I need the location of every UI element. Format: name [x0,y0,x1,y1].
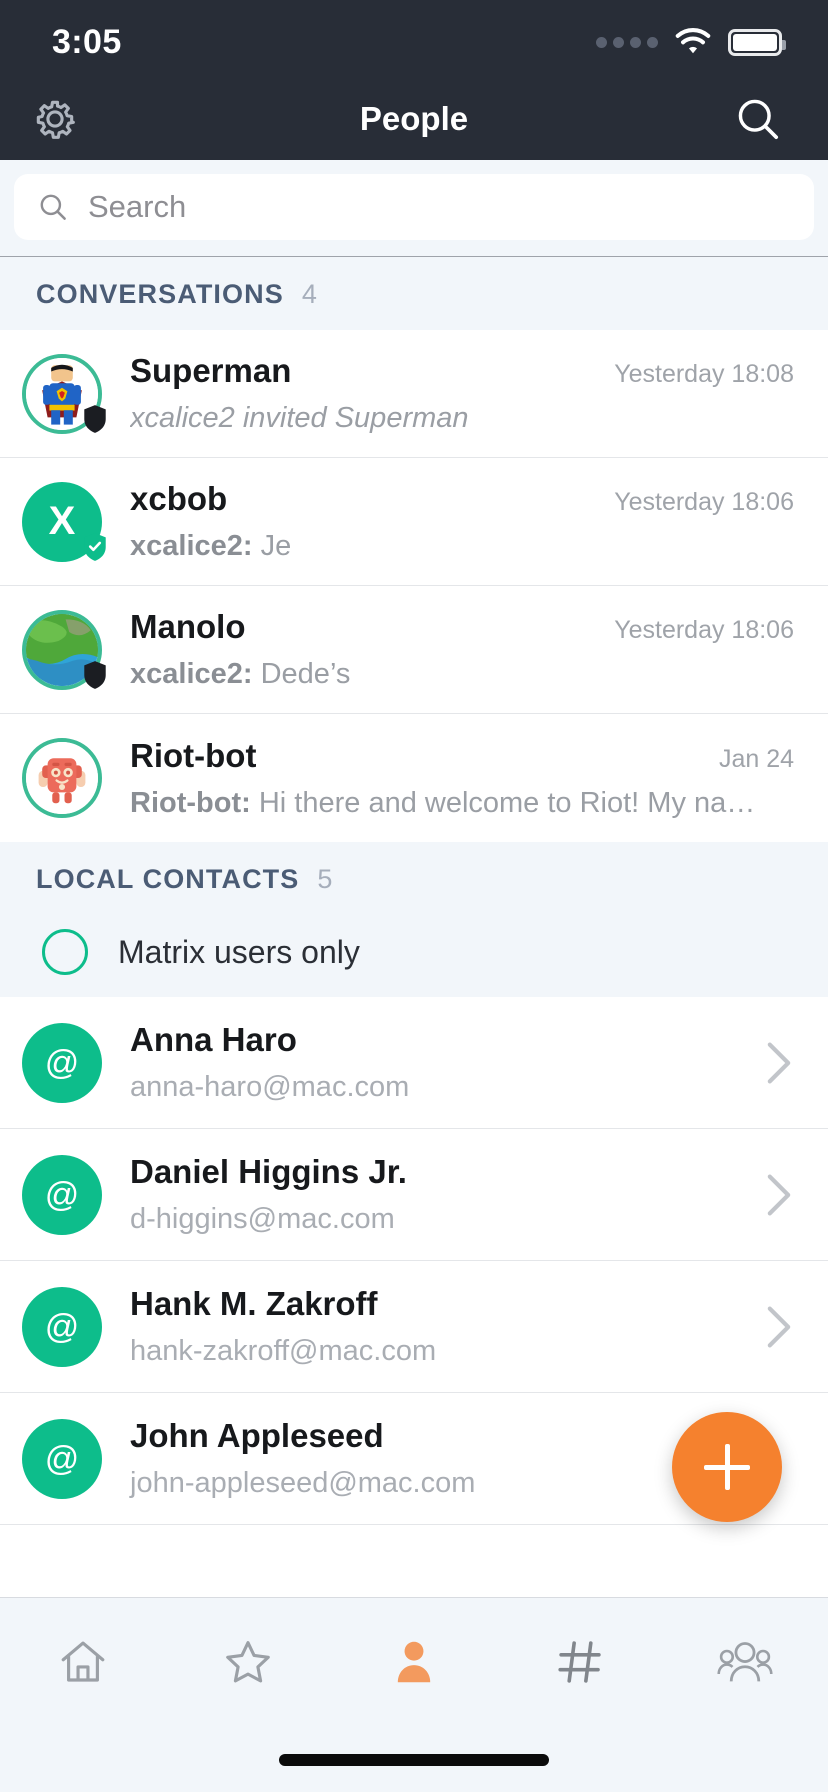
avatar [22,609,106,690]
matrix-users-only-label: Matrix users only [118,933,360,970]
status-bar: 3:05 [0,0,828,78]
conversation-row[interactable]: X xcbob Yesterday 18:06 xcalice2: Je [0,458,828,586]
conversation-content: Superman Yesterday 18:08 xcalice2 invite… [130,352,794,435]
gear-icon [36,100,75,139]
conversation-timestamp: Yesterday 18:06 [614,616,794,644]
tab-people[interactable] [331,1626,497,1698]
section-count: 5 [317,864,333,894]
battery-full-icon [728,28,786,56]
contact-content: Hank M. Zakroff hank-zakroff@mac.com [130,1285,748,1368]
radio-unchecked-icon[interactable] [42,929,88,975]
section-header-conversations: CONVERSATIONS 4 [0,257,828,330]
person-icon [397,1641,431,1683]
search-bar-container: Search [0,160,828,257]
conversation-row[interactable]: Superman Yesterday 18:08 xcalice2 invite… [0,330,828,458]
avatar [22,353,106,434]
svg-text:@: @ [45,1176,80,1214]
conversation-list: Superman Yesterday 18:08 xcalice2 invite… [0,330,828,842]
section-title: LOCAL CONTACTS [36,864,300,894]
conversation-name: Superman [130,352,292,389]
preview-text: Dede’s [260,658,351,690]
contact-name: Hank M. Zakroff [130,1285,378,1322]
conversation-timestamp: Jan 24 [718,744,794,773]
conversation-content: Riot-bot Jan 24 Riot-bot: Hi there and w… [130,737,794,820]
tab-home[interactable] [0,1626,166,1698]
search-input[interactable]: Search [14,174,814,240]
contact-content: Daniel Higgins Jr. d-higgins@mac.com [130,1153,748,1236]
search-placeholder: Search [88,189,187,224]
settings-button[interactable] [30,94,80,144]
contact-name: Daniel Higgins Jr. [130,1153,407,1190]
search-button[interactable] [732,93,784,145]
chevron-right-icon[interactable] [764,1172,794,1218]
conversation-preview: xcalice2: Dede’s [130,658,794,691]
conversation-content: Manolo Yesterday 18:06 xcalice2: Dede’s [130,608,794,691]
signal-dots-icon [596,36,658,48]
avatar [22,738,102,818]
preview-sender: xcalice2: [130,530,253,562]
shield-dark-icon [84,660,106,689]
conversation-name: xcbob [130,480,228,517]
preview-sender: xcalice2: [130,658,253,690]
avatar: X [22,481,106,562]
conversation-name: Manolo [130,608,246,645]
conversation-timestamp: Yesterday 18:08 [614,360,794,388]
tab-rooms[interactable] [497,1626,663,1698]
section-header-local-contacts: LOCAL CONTACTS 5 [0,842,828,915]
contact-row[interactable]: @ Daniel Higgins Jr. d-higgins@mac.com [0,1129,828,1261]
contact-name: Anna Haro [130,1021,297,1058]
conversation-name: Riot-bot [130,736,257,774]
conversation-content: xcbob Yesterday 18:06 xcalice2: Je [130,480,794,563]
star-icon [226,1641,271,1683]
status-time: 3:05 [52,22,122,61]
contact-row[interactable]: @ Anna Haro anna-haro@mac.com [0,997,828,1129]
wifi-icon [675,28,711,54]
page-title: People [359,100,469,137]
preview-sender: Riot-bot: [130,786,251,819]
status-indicators [596,22,786,56]
conversation-preview: xcalice2: Je [130,530,794,563]
conversation-row[interactable]: Riot-bot Jan 24 Riot-bot: Hi there and w… [0,714,828,842]
nav-bar: People [0,78,828,160]
hash-icon [557,1641,601,1683]
section-count: 4 [301,279,317,309]
tab-favourites[interactable] [166,1626,332,1698]
shield-check-green-icon [84,532,106,561]
conversation-preview: xcalice2 invited Superman [130,402,469,434]
shield-dark-icon [84,404,106,433]
search-icon [738,99,779,140]
chevron-right-icon[interactable] [764,1040,794,1086]
contact-row[interactable]: @ Hank M. Zakroff hank-zakroff@mac.com [0,1261,828,1393]
people-group-icon [717,1642,773,1682]
at-avatar-icon: @ [22,1418,102,1499]
chevron-right-icon[interactable] [764,1304,794,1350]
contact-email: hank-zakroff@mac.com [130,1335,437,1367]
matrix-users-only-toggle[interactable]: Matrix users only [0,915,828,997]
at-avatar-icon: @ [22,1154,102,1235]
conversation-preview: Riot-bot: Hi there and welcome to Riot! … [130,787,794,820]
contact-content: Anna Haro anna-haro@mac.com [130,1021,748,1104]
svg-text:@: @ [45,1308,80,1346]
contact-email: d-higgins@mac.com [130,1203,395,1235]
tab-groups[interactable] [662,1626,828,1698]
contact-email: anna-haro@mac.com [130,1071,410,1103]
at-avatar-icon: @ [22,1022,102,1103]
bottom-tab-bar [0,1597,828,1792]
avatar-robot-icon [22,738,102,818]
conversation-row[interactable]: Manolo Yesterday 18:06 xcalice2: Dede’s [0,586,828,714]
preview-text: Je [260,530,292,562]
at-avatar-icon: @ [22,1286,102,1367]
home-indicator [279,1754,549,1766]
home-icon [61,1641,105,1682]
conversation-timestamp: Yesterday 18:06 [614,488,794,516]
add-button[interactable] [672,1412,782,1522]
preview-text: Hi there and welcome to Riot! My na… [258,786,756,819]
svg-text:@: @ [45,1044,80,1082]
search-icon [40,194,66,220]
section-title: CONVERSATIONS [36,279,284,309]
svg-text:@: @ [45,1440,80,1478]
